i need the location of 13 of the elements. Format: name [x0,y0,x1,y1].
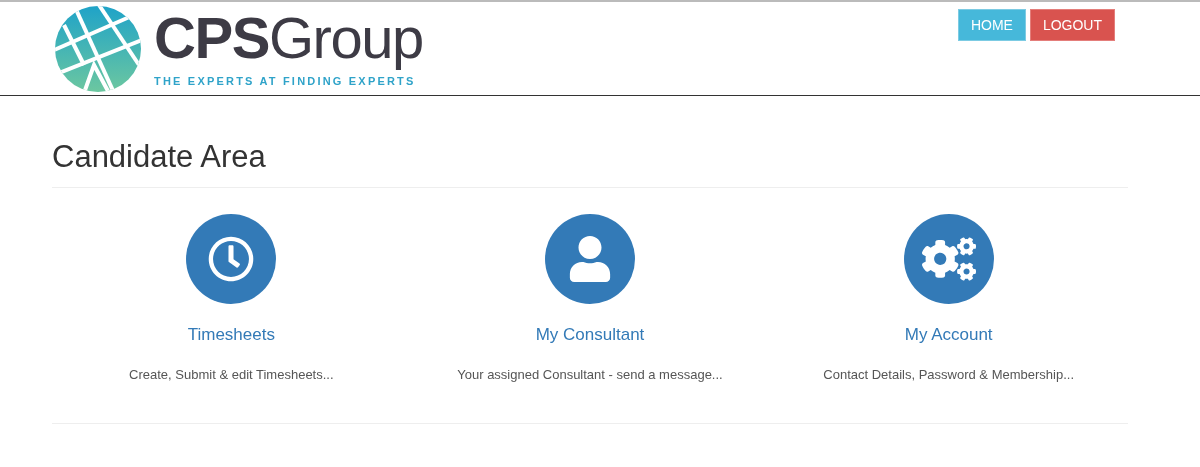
tile-description: Contact Details, Password & Membership... [823,366,1074,384]
tile-description: Your assigned Consultant - send a message... [457,366,723,384]
nav-button[interactable]: LOGOUT [1029,9,1115,41]
logo-wordmark-bold: CPS [154,8,269,67]
logo-tagline: THE EXPERTS AT FINDING EXPERTS [154,73,417,89]
tile-description: Create, Submit & edit Timesheets... [129,366,334,384]
tile-link[interactable]: My Account [904,321,993,347]
tile-link[interactable]: Timesheets [187,321,275,347]
page-title: Candidate Area [52,134,1128,188]
tile-link[interactable]: My Consultant [535,321,645,347]
user-icon [567,235,613,282]
clock-icon [208,235,255,282]
logo-globe-icon [54,5,142,93]
